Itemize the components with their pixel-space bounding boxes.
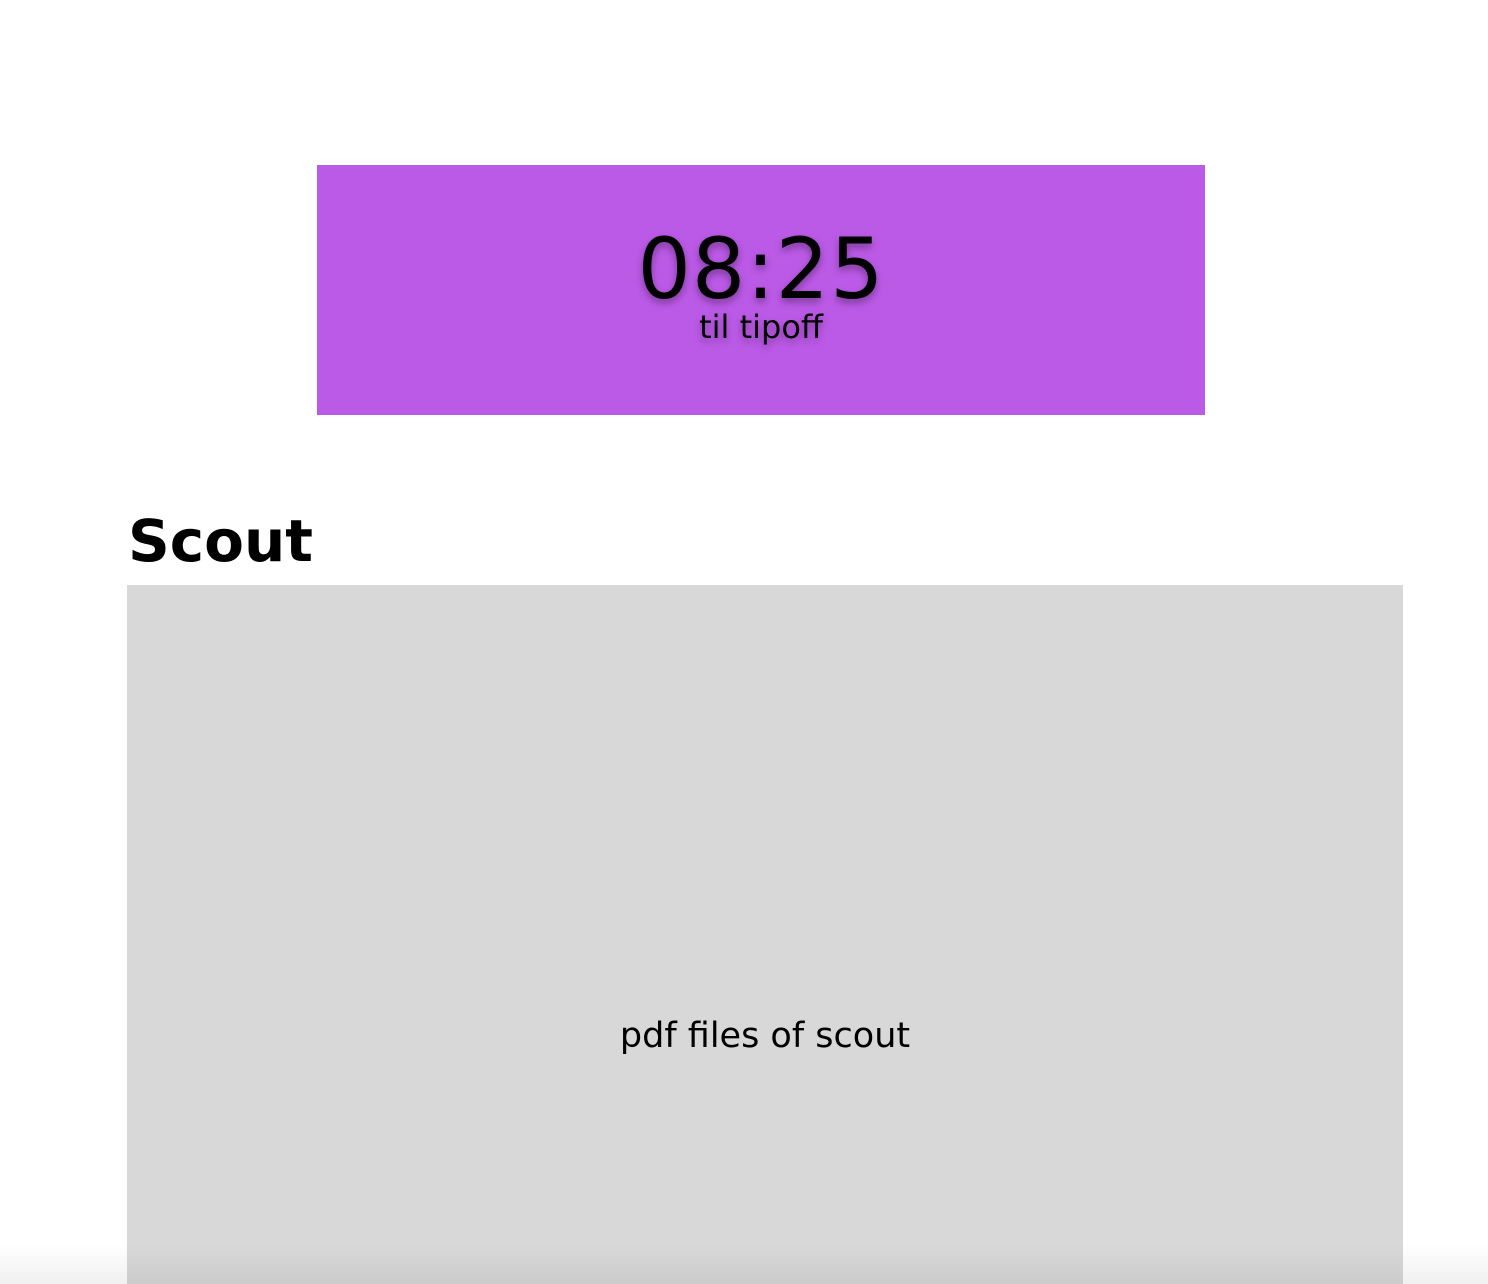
scout-heading: Scout — [128, 507, 314, 575]
pdf-placeholder-text: pdf files of scout — [619, 1016, 911, 1056]
countdown-banner: 08:25 til tipoff — [317, 165, 1205, 415]
page: 08:25 til tipoff Scout pdf files of scou… — [0, 0, 1488, 1284]
countdown-timer: 08:25 — [637, 220, 885, 318]
countdown-caption: til tipoff — [699, 308, 823, 346]
scout-pdf-viewer[interactable]: pdf files of scout — [127, 585, 1403, 1284]
